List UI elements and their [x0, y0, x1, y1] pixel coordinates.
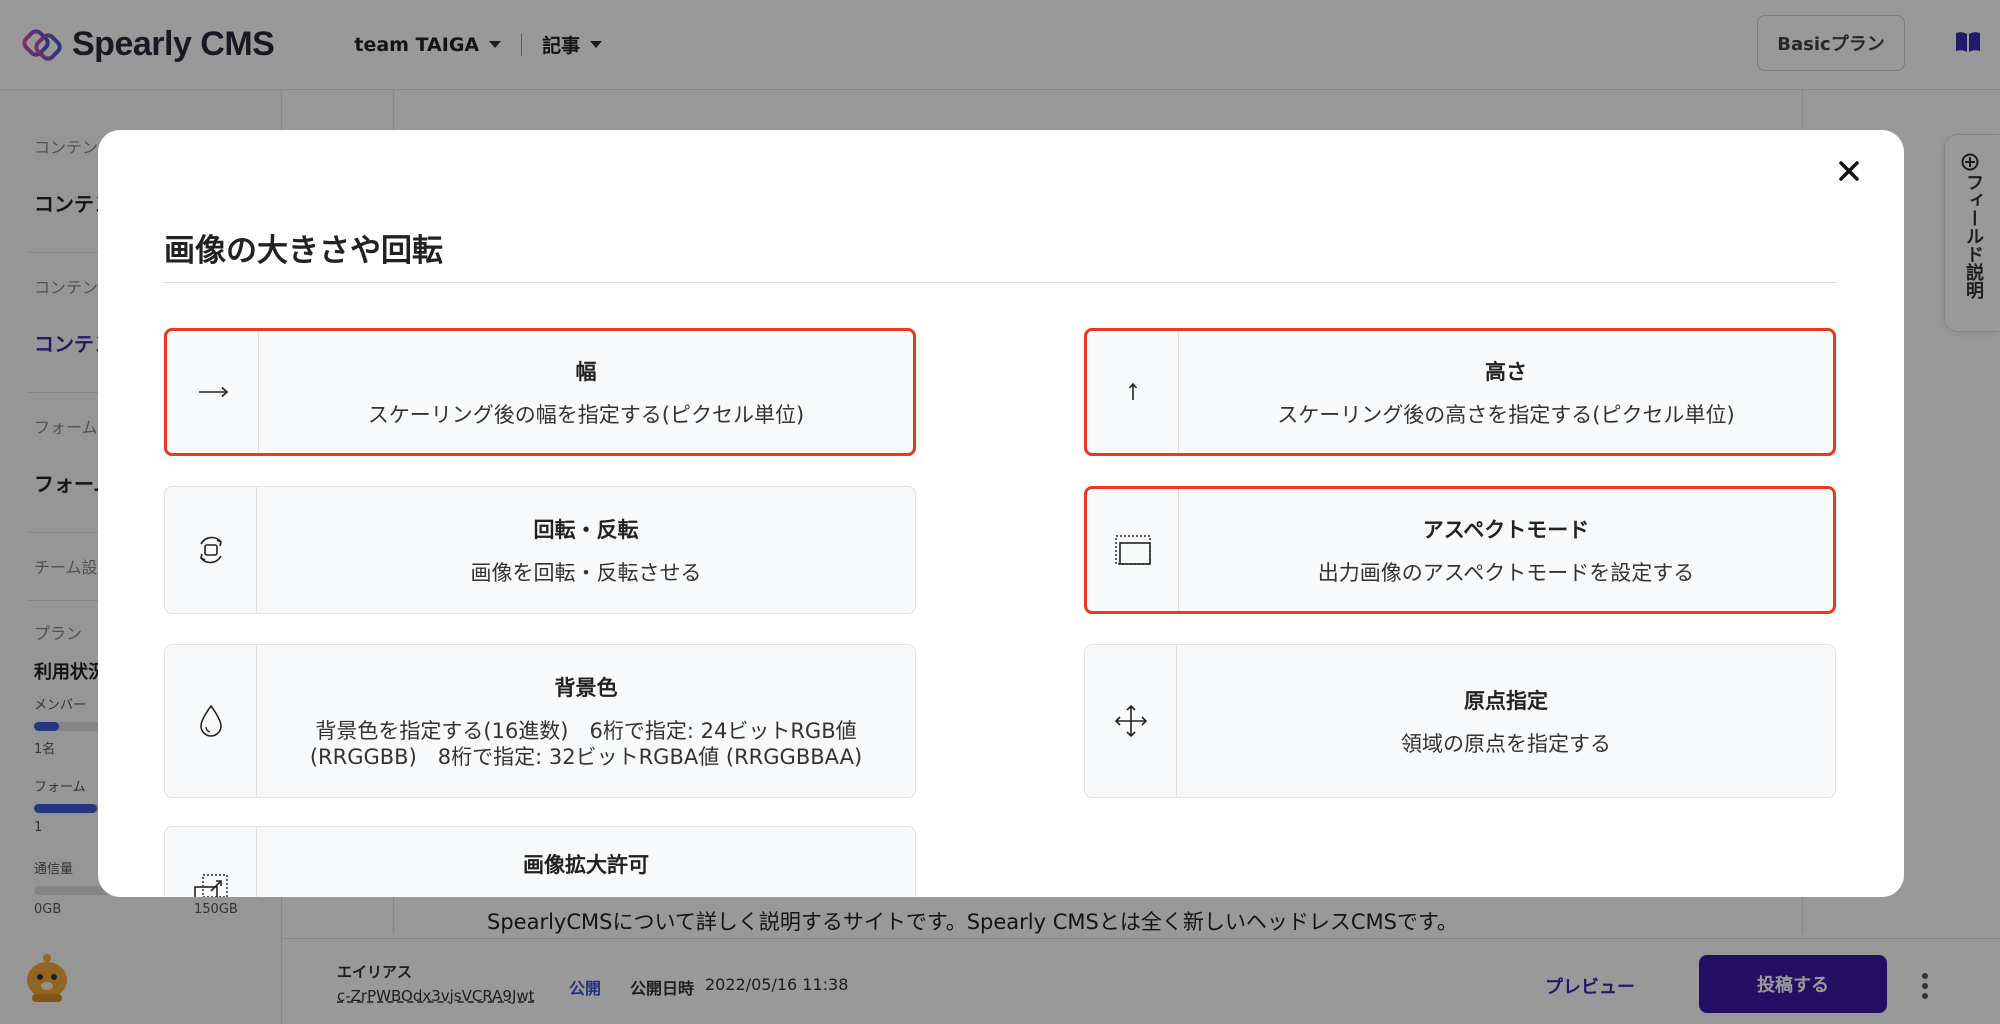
option-description: スケーリング後の幅を指定する(ピクセル単位) — [367, 402, 805, 427]
move-icon — [1114, 704, 1147, 738]
modal-divider — [164, 282, 1836, 283]
option-title: 幅 — [575, 359, 597, 384]
option-title: 回転・反転 — [533, 517, 639, 542]
droplet-icon — [199, 704, 222, 737]
option-card-upscale[interactable]: 画像拡大許可 — [164, 826, 916, 897]
option-description: 背景色を指定する(16進数) 6桁で指定: 24ビットRGB値 (RRGGBB)… — [309, 718, 863, 769]
arrow-up-icon — [1128, 382, 1137, 400]
option-card-height[interactable]: 高さ スケーリング後の高さを指定する(ピクセル単位) — [1084, 328, 1836, 456]
option-title: 高さ — [1485, 359, 1527, 384]
upscale-icon — [193, 874, 228, 897]
option-description: 出力画像のアスペクトモードを設定する — [1317, 560, 1695, 585]
option-title: 画像拡大許可 — [523, 853, 649, 877]
modal-title: 画像の大きさや回転 — [164, 233, 443, 269]
option-card-rotate[interactable]: 回転・反転 画像を回転・反転させる — [164, 486, 916, 614]
option-description: 領域の原点を指定する — [1401, 731, 1611, 756]
option-title: アスペクトモード — [1422, 517, 1590, 542]
option-card-origin[interactable]: 原点指定 領域の原点を指定する — [1084, 644, 1836, 798]
option-title: 背景色 — [554, 675, 618, 700]
close-icon[interactable] — [1836, 158, 1862, 184]
option-card-aspect-mode[interactable]: アスペクトモード 出力画像のアスペクトモードを設定する — [1084, 486, 1836, 614]
rotate-icon — [199, 536, 222, 564]
aspect-icon — [1114, 535, 1151, 565]
option-description: スケーリング後の高さを指定する(ピクセル単位) — [1277, 402, 1735, 427]
arrow-right-icon — [198, 386, 228, 398]
image-transform-modal: 画像の大きさや回転 幅 スケーリング後の幅を指定する(ピクセル単位) 高さ スケ… — [98, 130, 1904, 897]
option-description: 画像を回転・反転させる — [470, 560, 702, 585]
option-title: 原点指定 — [1464, 688, 1548, 713]
option-card-width[interactable]: 幅 スケーリング後の幅を指定する(ピクセル単位) — [164, 328, 916, 456]
option-card-background-color[interactable]: 背景色 背景色を指定する(16進数) 6桁で指定: 24ビットRGB値 (RRG… — [164, 644, 916, 798]
